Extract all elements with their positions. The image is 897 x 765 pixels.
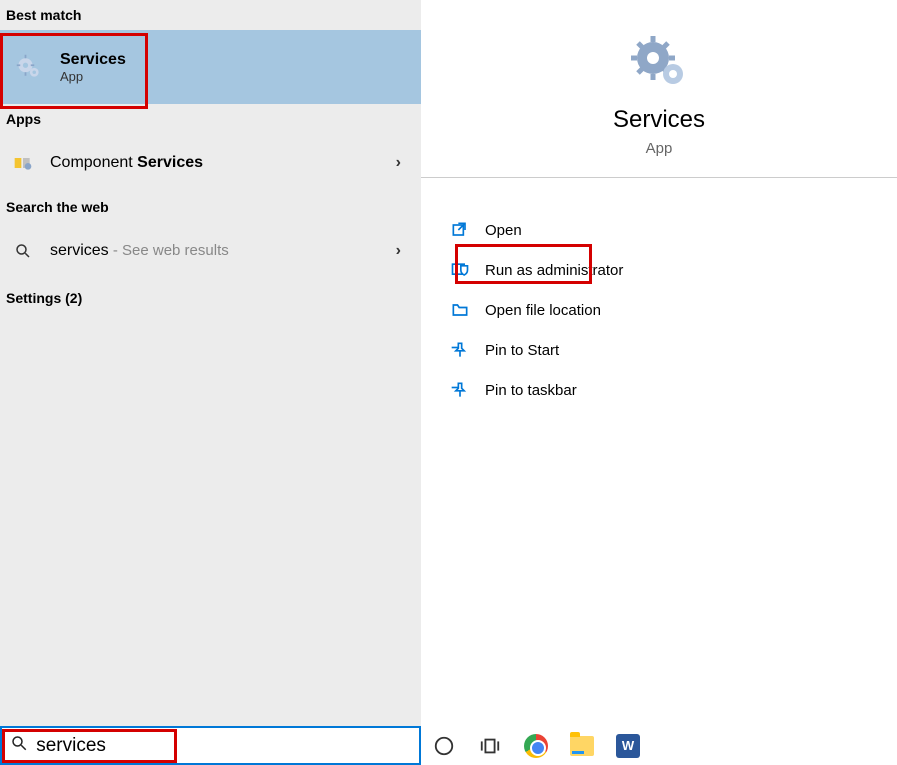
best-match-header: Best match	[0, 0, 421, 30]
component-services-icon	[10, 150, 36, 176]
action-file-location-label: Open file location	[485, 302, 601, 319]
services-gear-icon	[14, 52, 44, 82]
action-run-as-admin[interactable]: Run as administrator	[421, 250, 897, 290]
apps-header: Apps	[0, 104, 421, 134]
web-result-label: services - See web results	[50, 242, 396, 260]
file-explorer-icon[interactable]	[569, 733, 595, 759]
folder-icon	[449, 299, 471, 321]
services-large-gear-icon	[627, 30, 691, 94]
search-results-panel: Best match Services App Apps Com	[0, 0, 421, 726]
pin-icon	[449, 339, 471, 361]
search-icon	[10, 238, 36, 264]
best-match-result-services[interactable]: Services App	[0, 30, 421, 104]
web-result-services[interactable]: services - See web results ›	[0, 222, 421, 280]
action-admin-label: Run as administrator	[485, 262, 623, 279]
chrome-icon[interactable]	[523, 733, 549, 759]
action-pin-to-start[interactable]: Pin to Start	[421, 330, 897, 370]
detail-panel: Services App Open Run as administrator	[421, 0, 897, 726]
best-match-subtitle: App	[60, 69, 126, 84]
shield-icon	[449, 259, 471, 281]
open-icon	[449, 219, 471, 241]
web-header: Search the web	[0, 192, 421, 222]
action-pin-start-label: Pin to Start	[485, 342, 559, 359]
search-input[interactable]	[36, 735, 419, 757]
action-pin-taskbar-label: Pin to taskbar	[485, 382, 577, 399]
action-open[interactable]: Open	[421, 210, 897, 250]
chevron-right-icon: ›	[396, 154, 401, 172]
search-icon	[10, 734, 30, 757]
detail-title: Services	[421, 106, 897, 134]
settings-header[interactable]: Settings (2)	[0, 280, 421, 316]
detail-subtitle: App	[421, 140, 897, 157]
app-result-component-services[interactable]: Component Services ›	[0, 134, 421, 192]
taskbar: W	[421, 726, 897, 765]
cortana-icon[interactable]	[431, 733, 457, 759]
word-icon[interactable]: W	[615, 733, 641, 759]
app-result-label: Component Services	[50, 154, 396, 172]
action-open-label: Open	[485, 222, 522, 239]
action-pin-to-taskbar[interactable]: Pin to taskbar	[421, 370, 897, 410]
chevron-right-icon: ›	[396, 242, 401, 260]
pin-icon	[449, 379, 471, 401]
divider	[421, 177, 897, 178]
best-match-title: Services	[60, 51, 126, 69]
search-bar[interactable]	[0, 726, 421, 765]
task-view-icon[interactable]	[477, 733, 503, 759]
action-open-file-location[interactable]: Open file location	[421, 290, 897, 330]
